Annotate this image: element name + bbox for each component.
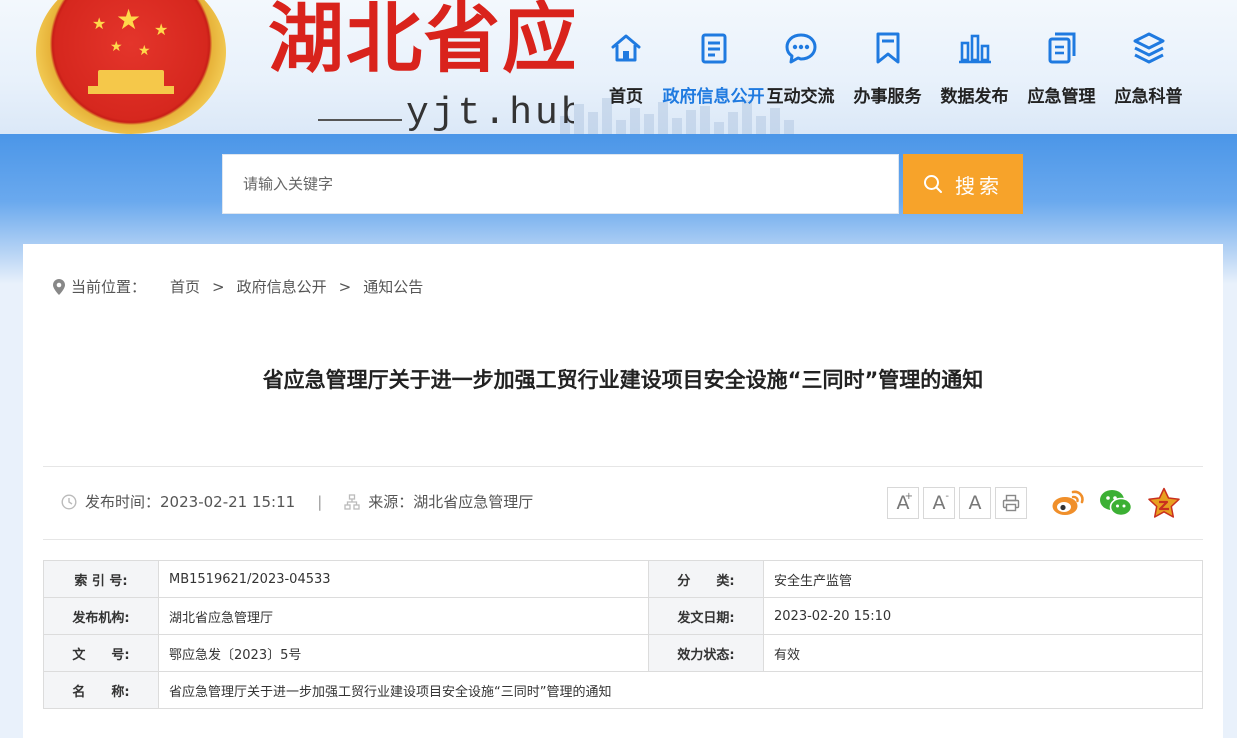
document-icon	[701, 33, 726, 64]
print-button[interactable]	[995, 487, 1027, 519]
table-row: 名 称: 省应急管理厅关于进一步加强工贸行业建设项目安全设施“三同时”管理的通知	[43, 671, 1203, 709]
wechat-icon	[1100, 490, 1133, 517]
status-label: 效力状态:	[648, 634, 764, 672]
layers-icon	[1133, 32, 1164, 64]
search-input[interactable]	[222, 154, 899, 214]
nav-item-services[interactable]: 办事服务	[844, 26, 931, 116]
issue-date-label: 发文日期:	[648, 597, 764, 635]
source-label: 来源：	[368, 493, 414, 511]
meta-separator: |	[317, 492, 323, 511]
site-header: ★ ★ ★ ★ ★ 湖北省应 yjt.hubei 首页 政府信息公开	[0, 0, 1237, 134]
nav-label: 应急科普	[1114, 87, 1183, 107]
breadcrumb-gov-info[interactable]: 政府信息公开	[237, 276, 327, 297]
divider	[43, 539, 1203, 540]
breadcrumb-home[interactable]: 首页	[170, 276, 200, 297]
tiananmen-base-icon	[88, 86, 174, 94]
table-row: 发布机构: 湖北省应急管理厅 发文日期: 2023-02-20 15:10	[43, 597, 1203, 635]
home-icon	[611, 34, 641, 62]
star-icon: ★	[116, 3, 142, 36]
issuer-label: 发布机构:	[43, 597, 159, 635]
weibo-share-button[interactable]	[1051, 486, 1085, 520]
source-icon	[344, 493, 360, 510]
breadcrumb-label: 当前位置：	[71, 278, 147, 296]
category-value: 安全生产监管	[763, 560, 1203, 598]
issue-date-value: 2023-02-20 15:10	[763, 597, 1203, 635]
share-bar	[1051, 486, 1181, 520]
main-nav: 首页 政府信息公开 互动交流 办事服务 数据发布 应急管理 应急科普	[600, 26, 1192, 116]
article-meta: 发布时间： 2023-02-21 15:11 | 来源： 湖北省应急管理厅	[61, 491, 533, 512]
content-card: 当前位置： 首页 > 政府信息公开 > 通知公告 省应急管理厅关于进一步加强工贸…	[23, 244, 1223, 738]
search-button[interactable]: 搜索	[903, 154, 1023, 214]
clock-icon	[61, 493, 77, 510]
category-label: 分 类:	[648, 560, 764, 598]
search-button-label: 搜索	[955, 173, 1003, 198]
article-title: 省应急管理厅关于进一步加强工贸行业建设项目安全设施“三同时”管理的通知	[262, 368, 984, 392]
divider	[43, 466, 1203, 467]
search-icon	[924, 175, 942, 193]
breadcrumb-separator: >	[212, 277, 225, 296]
name-value: 省应急管理厅关于进一步加强工贸行业建设项目安全设施“三同时”管理的通知	[158, 671, 1203, 709]
site-title[interactable]: 湖北省应	[268, 0, 574, 84]
national-emblem-logo[interactable]: ★ ★ ★ ★ ★	[36, 0, 226, 134]
font-reset-button[interactable]: A	[959, 487, 991, 519]
document-info-table: 索 引 号: MB1519621/2023-04533 分 类: 安全生产监管 …	[43, 560, 1203, 709]
nav-item-emergency[interactable]: 应急管理	[1018, 26, 1105, 116]
wechat-share-button[interactable]	[1099, 486, 1133, 520]
bar-chart-icon	[958, 34, 991, 64]
star-icon: ★	[92, 14, 107, 33]
publish-time: 2023-02-21 15:11	[160, 492, 296, 511]
star-icon	[1148, 487, 1180, 518]
star-icon: ★	[154, 20, 169, 39]
star-icon: ★	[138, 43, 151, 59]
bookmark-icon	[876, 32, 899, 64]
breadcrumb-notices[interactable]: 通知公告	[363, 276, 423, 297]
nav-item-home[interactable]: 首页	[600, 26, 652, 116]
breadcrumb: 当前位置： 首页 > 政府信息公开 > 通知公告	[53, 276, 423, 297]
domain-underline	[318, 119, 402, 121]
font-smaller-button[interactable]: A-	[923, 487, 955, 519]
printer-icon	[1002, 494, 1020, 512]
name-label: 名 称:	[43, 671, 159, 709]
nav-label: 互动交流	[766, 87, 835, 107]
doc-number-value: 鄂应急发〔2023〕5号	[158, 634, 649, 672]
issuer-value: 湖北省应急管理厅	[158, 597, 649, 635]
plus-mark: +	[904, 491, 913, 502]
weibo-icon	[1052, 490, 1084, 515]
font-reset-label: A	[968, 492, 982, 514]
location-pin-icon	[53, 278, 65, 295]
breadcrumb-separator: >	[338, 277, 352, 296]
index-label: 索 引 号:	[43, 560, 159, 598]
nav-label: 数据发布	[940, 87, 1009, 107]
nav-label: 政府信息公开	[662, 87, 765, 107]
nav-item-gov-info[interactable]: 政府信息公开	[663, 26, 765, 116]
chat-icon	[785, 33, 816, 64]
doc-number-label: 文 号:	[43, 634, 159, 672]
index-value: MB1519621/2023-04533	[158, 560, 649, 598]
article-tools: A + A- A	[887, 486, 1181, 520]
table-row: 文 号: 鄂应急发〔2023〕5号 效力状态: 有效	[43, 634, 1203, 672]
favorite-button[interactable]	[1147, 486, 1181, 520]
font-larger-button[interactable]: A +	[887, 487, 919, 519]
source-value: 湖北省应急管理厅	[413, 493, 534, 511]
nav-item-data[interactable]: 数据发布	[931, 26, 1018, 116]
nav-label: 办事服务	[853, 87, 922, 107]
minus-mark: -	[945, 491, 949, 502]
status-value: 有效	[763, 634, 1203, 672]
publish-time-label: 发布时间：	[85, 493, 161, 511]
font-smaller-label: A	[932, 492, 946, 514]
table-row: 索 引 号: MB1519621/2023-04533 分 类: 安全生产监管	[43, 560, 1203, 598]
nav-item-science[interactable]: 应急科普	[1105, 26, 1192, 116]
docs-icon	[1048, 32, 1075, 64]
nav-label: 应急管理	[1027, 87, 1096, 107]
star-icon: ★	[110, 39, 123, 55]
nav-item-interaction[interactable]: 互动交流	[757, 26, 844, 116]
site-domain: yjt.hubei	[406, 92, 574, 134]
nav-label: 首页	[609, 87, 643, 107]
